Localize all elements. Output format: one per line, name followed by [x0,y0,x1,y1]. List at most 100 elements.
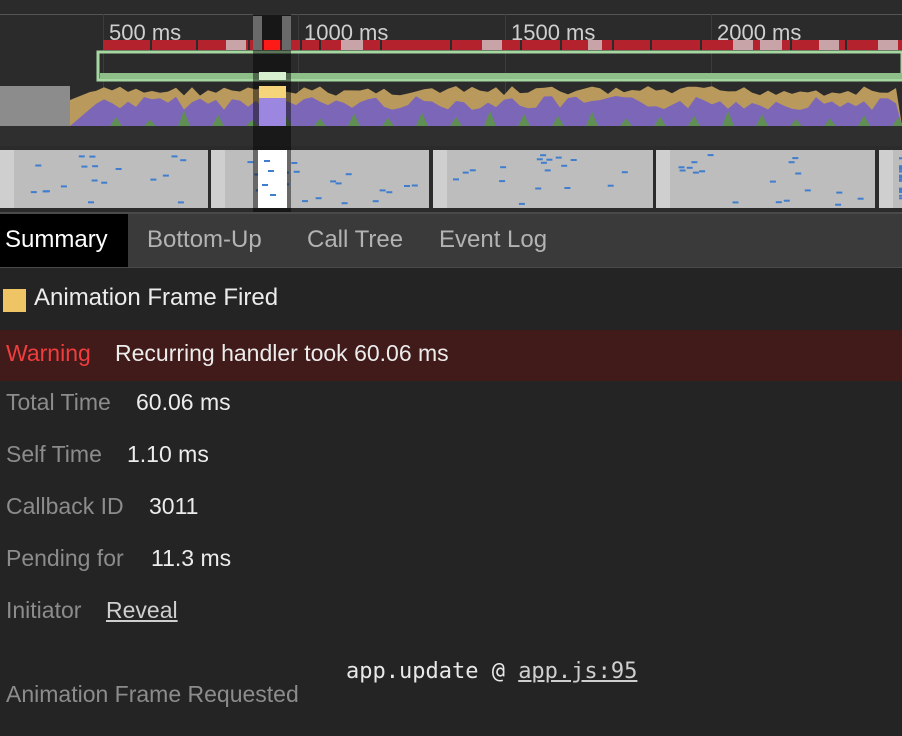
thumbnail-dash [836,191,843,194]
self-time-value: 1.10 ms [127,441,209,467]
thumbnail-dash [546,158,553,161]
task-separator [845,40,847,50]
idle-area [0,86,70,126]
thumbnail-dash [372,200,379,203]
thumbnail-dash [679,169,686,172]
screenshot-thumbnail [0,150,208,208]
task-separator [300,40,302,50]
tab-call-tree[interactable]: Call Tree [307,214,403,267]
total-time-label: Total Time [6,389,111,415]
self-time-label: Self Time [6,441,102,467]
thumbnail-dash [30,191,37,194]
initiator-reveal-link[interactable]: Reveal [106,597,178,624]
selected-frame [259,72,286,80]
thumbnail-dash [270,194,276,196]
thumbnail-dash [536,158,543,161]
source-location-link[interactable]: app.js:95 [518,659,637,684]
selected-screenshot [258,150,287,208]
overview-canvas[interactable]: 500 ms 1000 ms 1500 ms 2000 ms [0,0,902,212]
thumbnail-dash [379,189,386,192]
thumbnail-dash [115,168,122,170]
timeline-overview[interactable]: 500 ms 1000 ms 1500 ms 2000 ms [0,0,902,212]
thumbnail-dash [91,179,98,182]
warning-message: Recurring handler took 60.06 ms [115,340,449,366]
thumbnail-sidebar [656,150,670,208]
thumbnail-dash [315,197,322,200]
thumbnail-dash [171,155,178,158]
task-separator [248,40,250,50]
screenshot-thumbnail [656,150,875,208]
thumbnail-dash [335,182,342,185]
thumbnail-dash [500,166,507,169]
thumbnail-sidebar [433,150,447,208]
frames-bar-fill [100,73,902,79]
screenshot-thumbnail [433,150,653,208]
thumbnail-dash [699,170,706,173]
thumbnail-dash [293,170,300,173]
tab-bottom-up[interactable]: Bottom-Up [147,214,262,267]
thumbnail-dash [678,166,685,169]
thumbnail-dash [769,180,776,183]
thumbnail-dash [43,190,50,193]
tick-label: 2000 ms [717,20,801,45]
thumbnail-dash [35,164,42,167]
overview-top-border [0,14,902,15]
thumbnail-dash [469,169,476,172]
thumbnail-dash [262,184,268,186]
tab-summary[interactable]: Summary [0,214,128,267]
thumbnail-dash [732,201,739,204]
idle-block [226,40,246,50]
stack-frame: app.update @ app.js:95 [346,659,637,684]
tab-event-log[interactable]: Event Log [439,214,547,267]
event-title: Animation Frame Fired [34,284,279,311]
screenshot-thumbnail [211,150,429,208]
selected-task [264,40,280,50]
thumbnail-dash [518,202,525,205]
thumbnail-dash [150,178,157,181]
thumbnail-dash [555,156,562,159]
idle-block [482,40,502,50]
thumbnail-dash [691,161,698,164]
warning-label: Warning [6,340,91,366]
task-separator [450,40,452,50]
thumbnail-dash [499,180,506,183]
thumbnail-dash [775,201,782,204]
thumbnail-dash [692,171,699,174]
initiator-label: Initiator [6,597,82,623]
event-category-swatch [3,289,26,312]
activity-gap [0,126,902,146]
pending-for-label: Pending for [6,545,124,571]
thumbnail-dash [411,184,418,187]
idle-block [819,40,839,50]
thumbnail-sidebar [879,150,893,208]
thumbnail-dash [788,161,795,164]
thumbnail-dash [330,180,337,183]
tick-label: 1000 ms [304,20,388,45]
idle-block [878,40,898,50]
thumbnail-dash [60,185,67,188]
thumbnail-dash [180,159,187,162]
task-separator [612,40,614,50]
thumbnail-dash [792,157,799,160]
pending-for-value: 11.3 ms [151,545,232,571]
thumbnail-dash [804,189,811,192]
thumbnail-dash [291,162,298,164]
animation-frame-requested-label: Animation Frame Requested [6,681,299,707]
thumbnail-dash [835,203,842,206]
thumbnail-dash [89,155,96,158]
callback-id-value: 3011 [149,493,199,519]
thumbnail-dash [857,197,864,200]
thumbnail-sidebar [0,150,14,208]
details-tab-bar: Summary Bottom-Up Call Tree Event Log [0,212,902,268]
thumbnail-dash [78,155,85,158]
tick-label: 1500 ms [511,20,595,45]
thumbnail-dash [535,187,542,190]
thumbnail-sidebar [211,150,225,208]
thumbnail-dash [88,201,94,204]
tick-label: 500 ms [109,20,181,45]
thumbnail-dash [707,154,714,157]
task-separator [196,40,198,50]
thumbnail-dash [462,171,469,174]
selected-activity-scripting [259,86,286,98]
thumbnail-dash [795,172,802,175]
